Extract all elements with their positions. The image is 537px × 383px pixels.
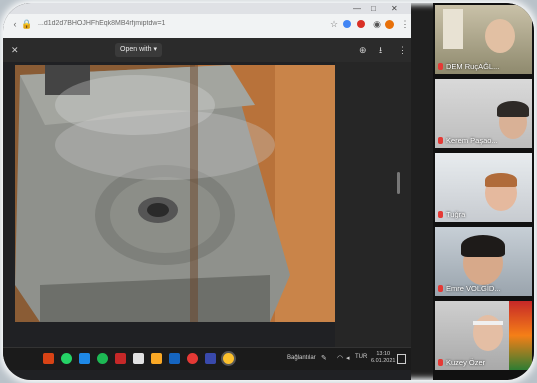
clock[interactable]: 13:10 6.01.2021 <box>371 351 395 365</box>
download-icon[interactable]: ⭳ <box>379 43 382 57</box>
extension-icon[interactable] <box>343 20 351 28</box>
participant-name-text: Kerem Paşao... <box>446 136 498 145</box>
extension-icon[interactable] <box>357 20 365 28</box>
mic-muted-icon <box>438 137 443 144</box>
screen-frame: — □ ✕ ‹ 🔒 ...d1d2d7BHOJHFhEqk8MB4rfjmipt… <box>3 3 534 380</box>
office-icon[interactable] <box>43 353 54 364</box>
stove-photo <box>15 65 335 322</box>
participant-tile[interactable]: Kerem Paşao... <box>435 79 532 148</box>
participant-tile[interactable]: Kuzey Özer <box>435 301 532 370</box>
mic-muted-icon <box>438 63 443 70</box>
close-viewer-icon[interactable]: ✕ <box>11 43 19 57</box>
app-icon[interactable] <box>115 353 126 364</box>
participant-tile[interactable]: DEM RuçAĞL... <box>435 5 532 74</box>
avatar[interactable] <box>385 20 394 29</box>
participant-name: Kerem Paşao... <box>438 136 498 145</box>
chrome-icon[interactable] <box>223 353 234 364</box>
mic-muted-icon <box>438 285 443 292</box>
hair-shape <box>497 101 529 117</box>
app-icon[interactable] <box>205 353 216 364</box>
opera-icon[interactable] <box>187 353 198 364</box>
viewer-toolbar: ✕ Open with ▾ ⊕ ⭳ ⋮ <box>3 38 411 62</box>
participant-name: Kuzey Özer <box>438 358 485 367</box>
more-options-icon[interactable]: ⋮ <box>398 43 407 57</box>
close-window-button[interactable]: ✕ <box>391 3 398 14</box>
notifications-icon[interactable] <box>397 354 406 364</box>
shared-screen: — □ ✕ ‹ 🔒 ...d1d2d7BHOJHFhEqk8MB4rfjmipt… <box>3 3 411 380</box>
clock-date: 6.01.2021 <box>371 358 396 364</box>
clock-time: 13:10 <box>376 351 391 357</box>
back-icon[interactable]: ‹ <box>9 18 21 30</box>
menu-icon[interactable]: ⋮ <box>399 18 411 30</box>
viewer-sidebar <box>335 62 411 347</box>
mic-muted-icon <box>438 211 443 218</box>
edge-icon[interactable] <box>79 353 90 364</box>
participant-panel: DEM RuçAĞL... Kerem Paşao... Tuğra Emre … <box>433 3 534 380</box>
hair-shape <box>485 173 517 187</box>
app-icon[interactable] <box>133 353 144 364</box>
stove-photo-illustration <box>15 65 335 322</box>
participant-name-text: Kuzey Özer <box>446 358 486 367</box>
add-to-drive-icon[interactable]: ⊕ <box>359 43 367 57</box>
folder-icon[interactable] <box>151 353 162 364</box>
network-icon[interactable]: ◠ <box>337 354 343 362</box>
pen-icon[interactable]: ✎ <box>321 354 327 362</box>
participant-name-text: DEM RuçAĞL... <box>446 62 500 71</box>
mic-muted-icon <box>438 359 443 366</box>
participant-video <box>485 19 515 53</box>
spotify-icon[interactable] <box>97 353 108 364</box>
participant-name: Tuğra <box>438 210 465 219</box>
window-titlebar: — □ ✕ <box>3 3 411 14</box>
volume-icon[interactable]: ◂ <box>346 354 350 362</box>
participant-name: DEM RuçAĞL... <box>438 62 499 71</box>
maximize-button[interactable]: □ <box>371 3 376 14</box>
minimize-button[interactable]: — <box>353 3 361 14</box>
participant-name-text: Emre VOLGİD... <box>446 284 501 293</box>
star-icon[interactable]: ☆ <box>328 18 340 30</box>
participant-name-text: Tuğra <box>446 210 466 219</box>
scrollbar[interactable] <box>397 172 400 194</box>
participant-tile[interactable]: Emre VOLGİD... <box>435 227 532 296</box>
open-with-button[interactable]: Open with ▾ <box>115 43 162 57</box>
participant-name: Emre VOLGİD... <box>438 284 501 293</box>
headband-shape <box>473 321 503 325</box>
lock-icon: 🔒 <box>21 19 33 29</box>
url-text[interactable]: ...d1d2d7BHOJHFhEqk8MB4rfjmiptdw=1 <box>38 20 298 27</box>
word-icon[interactable] <box>169 353 180 364</box>
whatsapp-icon[interactable] <box>61 353 72 364</box>
participant-tile[interactable]: Tuğra <box>435 153 532 222</box>
address-bar[interactable]: ‹ 🔒 ...d1d2d7BHOJHFhEqk8MB4rfjmiptdw=1 ☆… <box>3 14 411 39</box>
background-shape <box>443 9 463 49</box>
hair-shape <box>461 235 505 257</box>
profile-icon[interactable]: ◉ <box>371 18 383 30</box>
background-shelf <box>509 301 532 370</box>
windows-taskbar: Bağlantılar ✎ ◠ ◂ TUR 13:10 6.01.2021 <box>3 347 411 370</box>
language-indicator[interactable]: TUR <box>355 354 367 360</box>
links-label[interactable]: Bağlantılar <box>287 355 316 361</box>
